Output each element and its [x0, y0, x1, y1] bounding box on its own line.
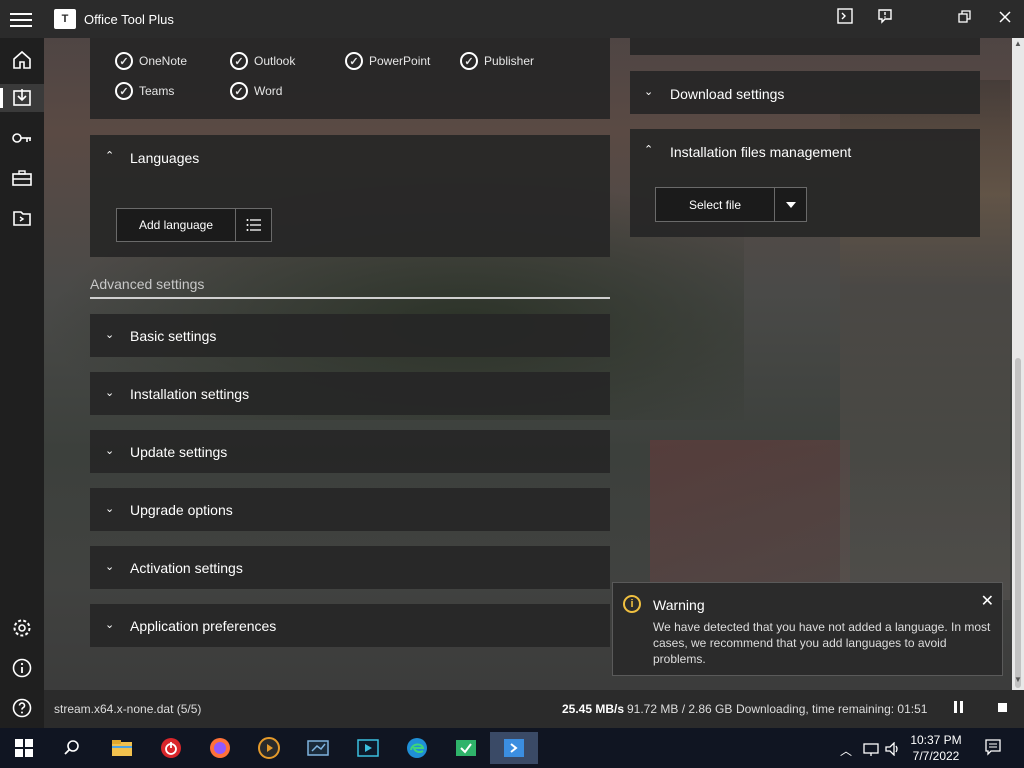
taskbar-clock[interactable]: 10:37 PM 7/7/2022: [906, 732, 966, 764]
accordion-basic-settings[interactable]: ⌄ Basic settings: [90, 314, 610, 357]
language-list-button[interactable]: [235, 208, 272, 242]
scroll-down-icon[interactable]: ▼: [1012, 674, 1024, 686]
close-icon[interactable]: ✕: [981, 591, 994, 611]
sidebar: [0, 38, 44, 728]
products-panel: ✓ OneNote ✓ Outlook ✓ PowerPoint ✓ Publisher…: [90, 38, 610, 119]
product-checkbox[interactable]: ✓ PowerPoint: [345, 52, 430, 70]
chevron-down-icon: ⌄: [105, 387, 115, 399]
feedback-icon[interactable]: [874, 8, 896, 30]
chevron-down-icon: ⌄: [105, 503, 115, 515]
deploy-icon[interactable]: [0, 84, 44, 112]
add-language-button[interactable]: Add language: [116, 208, 236, 242]
chevron-down-icon: ⌄: [644, 86, 654, 98]
chevron-down-icon: ⌄: [105, 561, 115, 573]
download-file-name: stream.x64.x-none.dat (5/5): [54, 702, 202, 716]
check-icon: ✓: [115, 52, 133, 70]
toast-title: Warning: [653, 597, 705, 613]
settings-gear-icon[interactable]: [8, 614, 36, 642]
caret-down-icon: [785, 201, 796, 208]
product-checkbox[interactable]: ✓ Publisher: [460, 52, 534, 70]
video-app-icon[interactable]: [302, 732, 334, 764]
hamburger-menu-icon[interactable]: [10, 9, 32, 29]
convert-icon[interactable]: [8, 204, 36, 232]
accordion-upgrade-options[interactable]: ⌄ Upgrade options: [90, 488, 610, 531]
start-windows-icon[interactable]: [8, 732, 40, 764]
divider: [90, 297, 610, 299]
warning-toast: i Warning We have detected that you have…: [612, 582, 1003, 676]
accordion-installation-settings[interactable]: ⌄ Installation settings: [90, 372, 610, 415]
right-top-panel: [630, 38, 980, 55]
network-icon[interactable]: [862, 742, 880, 759]
download-settings-panel[interactable]: ⌄ Download settings: [630, 71, 980, 114]
check-icon: ✓: [345, 52, 363, 70]
download-status: Downloading, time remaining: 01:51: [736, 702, 928, 716]
clock-time: 10:37 PM: [910, 733, 962, 747]
check-icon: ✓: [230, 52, 248, 70]
info-warning-icon: i: [623, 595, 641, 613]
pause-icon[interactable]: [952, 701, 966, 715]
clock-date: 7/7/2022: [912, 749, 960, 763]
office-tool-plus-taskbar-icon[interactable]: [490, 732, 538, 764]
download-speed: 25.45 MB/s: [562, 702, 625, 716]
restore-icon[interactable]: [954, 8, 976, 30]
check-icon: ✓: [230, 82, 248, 100]
remote-app-icon[interactable]: [450, 732, 482, 764]
volume-icon[interactable]: [884, 741, 902, 759]
chevron-down-icon: ⌄: [105, 329, 115, 341]
accordion-update-settings[interactable]: ⌄ Update settings: [90, 430, 610, 473]
chevron-down-icon: ⌄: [105, 445, 115, 457]
accordion-application-preferences[interactable]: ⌄ Application preferences: [90, 604, 610, 647]
installation-files-panel: ⌃ Installation files management Select f…: [630, 129, 980, 237]
chevron-up-icon[interactable]: ⌃: [105, 149, 114, 162]
product-checkbox[interactable]: ✓ OneNote: [115, 52, 187, 70]
toast-message: We have detected that you have not added…: [653, 620, 991, 666]
help-icon[interactable]: [8, 694, 36, 722]
background-house: [650, 440, 850, 600]
check-icon: ✓: [460, 52, 478, 70]
app-window: T Office Tool Plus ✓ OneNote ✓ Outlook ✓…: [0, 0, 1024, 728]
select-file-dropdown[interactable]: [774, 187, 807, 222]
chevron-up-icon[interactable]: ⌃: [644, 143, 653, 156]
title-bar: T Office Tool Plus: [0, 0, 1024, 38]
notification-center-icon[interactable]: [984, 738, 1002, 759]
chevron-down-icon: ⌄: [105, 619, 115, 631]
key-icon[interactable]: [8, 124, 36, 152]
languages-header[interactable]: Languages: [130, 150, 199, 166]
languages-panel: ⌃ Languages Add language: [90, 135, 610, 257]
download-settings-header: Download settings: [670, 86, 785, 102]
installation-files-header[interactable]: Installation files management: [670, 144, 851, 160]
media-app-icon[interactable]: [253, 732, 285, 764]
close-icon[interactable]: [994, 8, 1016, 30]
scroll-thumb[interactable]: [1015, 358, 1021, 688]
taskbar: ︿ 10:37 PM 7/7/2022: [0, 728, 1024, 768]
product-checkbox[interactable]: ✓ Outlook: [230, 52, 295, 70]
file-explorer-icon[interactable]: [106, 732, 138, 764]
firefox-icon[interactable]: [204, 732, 236, 764]
info-icon[interactable]: [8, 654, 36, 682]
app-logo-icon: T: [54, 9, 76, 29]
terminal-icon[interactable]: [834, 8, 856, 30]
chevron-up-icon[interactable]: ︿: [840, 742, 852, 759]
toolbox-icon[interactable]: [8, 164, 36, 192]
product-checkbox[interactable]: ✓ Word: [230, 82, 282, 100]
stop-icon[interactable]: [998, 703, 1007, 712]
advanced-settings-label: Advanced settings: [90, 276, 205, 292]
download-size: 91.72 MB / 2.86 GB: [627, 702, 733, 716]
check-icon: ✓: [115, 82, 133, 100]
window-title: Office Tool Plus: [84, 12, 174, 27]
accordion-activation-settings[interactable]: ⌄ Activation settings: [90, 546, 610, 589]
edge-browser-icon[interactable]: [401, 732, 433, 764]
select-file-button[interactable]: Select file: [655, 187, 775, 222]
home-icon[interactable]: [8, 46, 36, 74]
list-icon: [246, 219, 261, 231]
video-editor-icon[interactable]: [352, 732, 384, 764]
search-icon[interactable]: [56, 732, 88, 764]
status-bar: stream.x64.x-none.dat (5/5) 25.45 MB/s 9…: [44, 690, 1024, 728]
scroll-up-icon[interactable]: ▲: [1012, 38, 1024, 50]
product-checkbox[interactable]: ✓ Teams: [115, 82, 174, 100]
scrollbar[interactable]: ▲ ▼: [1012, 38, 1024, 690]
power-app-icon[interactable]: [155, 732, 187, 764]
